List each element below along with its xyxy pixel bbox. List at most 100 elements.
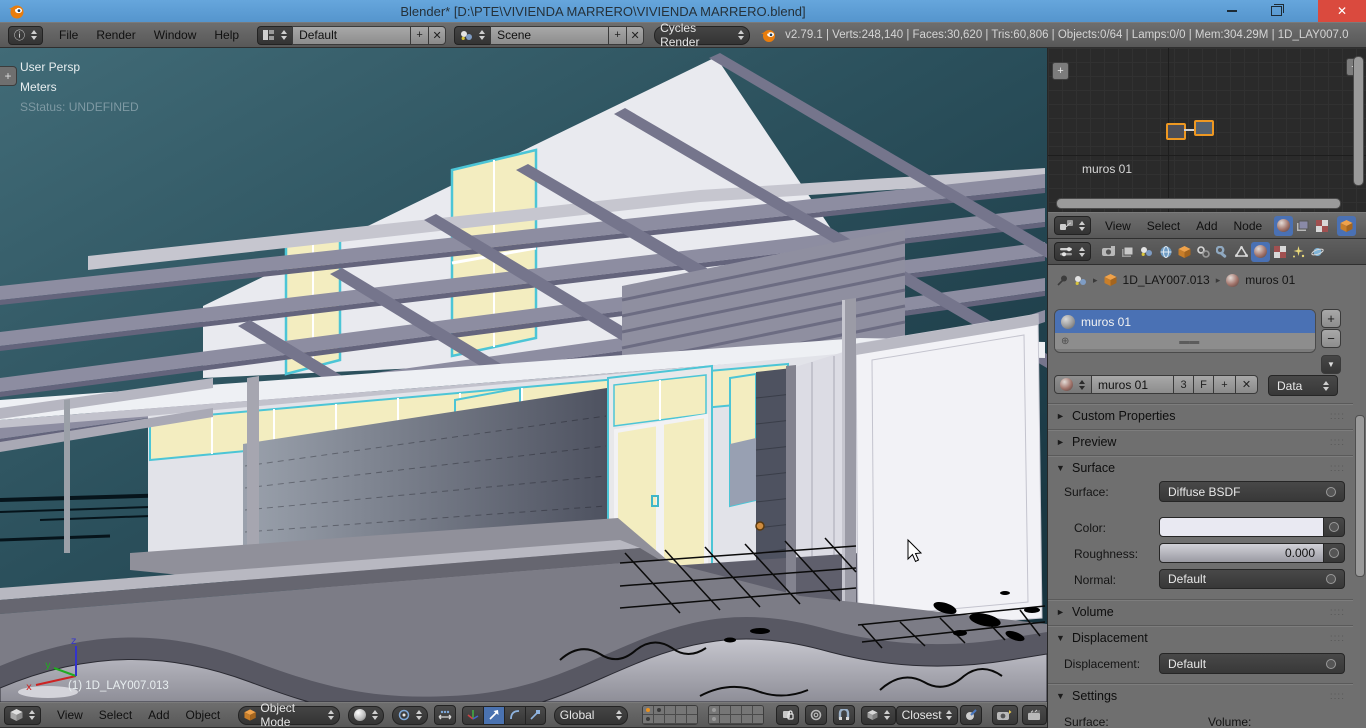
snap-toggle-button[interactable] (833, 705, 855, 725)
layers-grid-1[interactable] (642, 705, 699, 725)
node-menu-select[interactable]: Select (1143, 219, 1184, 233)
slot-add-icon[interactable]: ⊕ (1061, 336, 1069, 347)
tab-render[interactable] (1099, 242, 1118, 262)
panel-grip[interactable]: :::: (1330, 633, 1345, 644)
pin-icon[interactable] (1056, 274, 1068, 287)
manipulator-translate-button[interactable] (482, 705, 504, 725)
surface-shader-select[interactable]: Diffuse BSDF (1159, 481, 1345, 502)
tab-constraints[interactable] (1194, 242, 1213, 262)
panel-surface[interactable]: ▼ Surface :::: (1056, 458, 1353, 478)
normal-select[interactable]: Default (1159, 569, 1345, 589)
add-scene-button[interactable]: + (608, 25, 627, 45)
snap-self-button[interactable] (960, 705, 983, 725)
panel-grip[interactable]: :::: (1330, 437, 1345, 448)
editor-type-node-button[interactable] (1054, 216, 1091, 235)
transform-orientation-select[interactable]: Global (553, 705, 629, 725)
material-slot-active[interactable]: muros 01 (1055, 310, 1315, 333)
manipulator-axes-button[interactable] (461, 705, 483, 725)
node-horizontal-scrollbar[interactable] (1056, 198, 1341, 209)
snap-element-select[interactable] (860, 705, 896, 725)
delete-scene-button[interactable]: ✕ (626, 25, 645, 45)
node-shader-type-material-toggle[interactable] (1274, 215, 1294, 236)
screen-layout-browse-button[interactable] (257, 25, 293, 45)
viewport-3d[interactable]: x y z User Persp Meters SStatus: UNDEFIN… (0, 48, 1047, 702)
panel-volume[interactable]: ► Volume :::: (1056, 602, 1353, 622)
node-shader-type-texture-toggle[interactable] (1312, 216, 1331, 236)
menu-window[interactable]: Window (150, 28, 201, 42)
opengl-render-anim-button[interactable] (1021, 705, 1047, 725)
tab-texture[interactable] (1270, 242, 1289, 262)
breadcrumb-material-name[interactable]: muros 01 (1245, 273, 1295, 287)
roughness-socket-button[interactable] (1324, 543, 1345, 563)
toolshelf-expand-tab[interactable]: + (0, 66, 17, 86)
view3d-menu-select[interactable]: Select (95, 708, 136, 722)
scene-name-field[interactable]: Scene (490, 25, 609, 45)
layers-grid-2[interactable] (708, 705, 764, 725)
scene-browse-button[interactable] (454, 25, 491, 45)
node-editor-canvas[interactable]: muros 01 + + (1048, 48, 1366, 212)
minimize-button[interactable] (1214, 0, 1250, 22)
browse-material-button[interactable] (1054, 375, 1092, 394)
lock-to-scene-button[interactable] (775, 705, 800, 725)
unlink-material-button[interactable]: ✕ (1236, 375, 1258, 394)
tab-modifiers[interactable] (1213, 242, 1232, 262)
roughness-slider[interactable]: 0.000 (1159, 543, 1324, 563)
breadcrumb-object-name[interactable]: 1D_LAY007.013 (1123, 273, 1210, 287)
node-shader-type-object-toggle[interactable] (1293, 216, 1312, 236)
material-name-field[interactable]: muros 01 (1092, 375, 1174, 394)
menu-help[interactable]: Help (210, 28, 243, 42)
view3d-menu-view[interactable]: View (53, 708, 87, 722)
panel-grip[interactable]: :::: (1330, 607, 1345, 618)
panel-preview[interactable]: ► Preview :::: (1056, 432, 1353, 452)
material-specials-menu-button[interactable]: ▼ (1321, 355, 1341, 374)
new-material-button[interactable]: + (1214, 375, 1236, 394)
tab-render-layers[interactable] (1118, 242, 1137, 262)
maximize-button[interactable] (1258, 0, 1294, 22)
node-vertical-scrollbar[interactable] (1353, 56, 1364, 186)
viewport-shading-select[interactable] (348, 705, 385, 725)
node-menu-node[interactable]: Node (1230, 219, 1267, 233)
panel-settings[interactable]: ▼ Settings :::: (1056, 686, 1353, 706)
tab-physics[interactable] (1308, 242, 1327, 262)
snap-target-select[interactable]: Closest (895, 705, 959, 725)
editor-type-info-button[interactable]: ⓘ (8, 25, 43, 45)
menu-file[interactable]: File (55, 28, 82, 42)
delete-layout-button[interactable]: ✕ (428, 25, 447, 45)
panel-displacement[interactable]: ▼ Displacement :::: (1056, 628, 1353, 648)
tab-particles[interactable] (1289, 242, 1308, 262)
node-menu-add[interactable]: Add (1192, 219, 1221, 233)
node-menu-view[interactable]: View (1101, 219, 1135, 233)
render-engine-select[interactable]: Cycles Render (654, 21, 751, 49)
manipulator-scale-button[interactable] (524, 705, 546, 725)
manipulator-rotate-button[interactable] (503, 705, 525, 725)
mode-select[interactable]: Object Mode (238, 701, 341, 728)
editor-type-3dview-button[interactable] (4, 705, 41, 725)
color-swatch[interactable] (1159, 517, 1324, 537)
list-resize-grip[interactable]: ▬▬ (1179, 336, 1199, 347)
material-users-count-button[interactable]: 3 (1174, 375, 1194, 394)
node-region-expand-left[interactable]: + (1052, 62, 1069, 80)
add-layout-button[interactable]: + (410, 25, 429, 45)
shader-node-1[interactable] (1166, 123, 1186, 140)
opengl-render-button[interactable] (992, 705, 1018, 725)
add-material-slot-button[interactable]: + (1321, 309, 1341, 328)
panel-custom-properties[interactable]: ► Custom Properties :::: (1056, 406, 1353, 426)
node-use-nodes-toggle[interactable] (1337, 215, 1357, 236)
properties-scrollbar[interactable] (1355, 415, 1365, 577)
fake-user-button[interactable]: F (1194, 375, 1214, 394)
color-socket-button[interactable] (1324, 517, 1345, 537)
panel-grip[interactable]: :::: (1330, 463, 1345, 474)
view3d-menu-object[interactable]: Object (182, 708, 225, 722)
tab-material[interactable] (1251, 241, 1270, 262)
tab-object[interactable] (1175, 242, 1194, 262)
view3d-menu-add[interactable]: Add (144, 708, 173, 722)
proportional-edit-button[interactable] (805, 705, 828, 725)
shader-node-2[interactable] (1194, 120, 1214, 136)
remove-material-slot-button[interactable]: − (1321, 329, 1341, 348)
close-button[interactable]: ✕ (1318, 0, 1366, 22)
screen-layout-name-field[interactable]: Default (292, 25, 411, 45)
panel-grip[interactable]: :::: (1330, 691, 1345, 702)
manipulator-toggle[interactable] (434, 705, 456, 725)
panel-grip[interactable]: :::: (1330, 411, 1345, 422)
pivot-point-select[interactable] (392, 705, 429, 725)
